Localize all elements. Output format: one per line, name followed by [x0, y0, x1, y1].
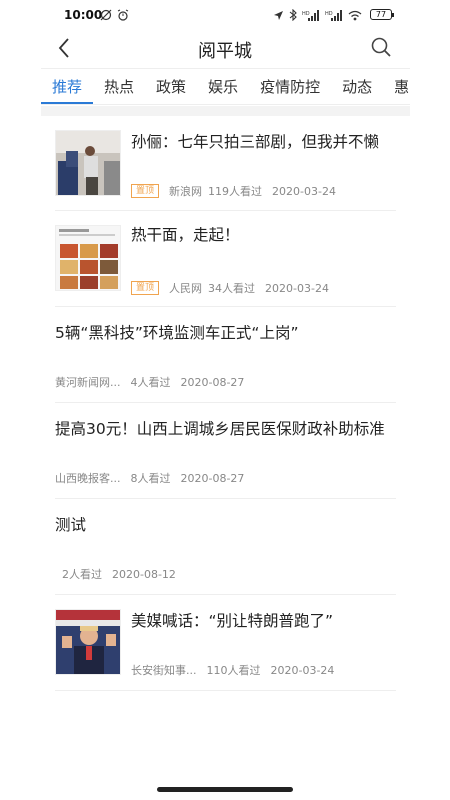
tab-epidemic[interactable]: 疫情防控 — [249, 69, 331, 104]
news-meta: 置顶 人民网 34人看过 2020-03-24 — [131, 280, 329, 296]
tab-policy[interactable]: 政策 — [145, 69, 197, 104]
news-list: 孙俪：七年只拍三部剧，但我并不懒 置顶 新浪网 119人看过 2020-03-2… — [55, 118, 396, 691]
news-meta: 山西晚报客... 8人看过 2020-08-27 — [55, 470, 244, 486]
status-time: 10:00 — [64, 8, 103, 22]
news-meta: 置顶 新浪网 119人看过 2020-03-24 — [131, 183, 336, 199]
battery-level: 77 — [375, 10, 387, 19]
news-meta: 2人看过 2020-08-12 — [62, 566, 176, 582]
signal-icon-1: HD — [302, 9, 319, 21]
location-icon — [274, 10, 283, 20]
signal-icon-2: HD — [325, 9, 342, 21]
svg-text:HD: HD — [302, 11, 310, 17]
news-meta: 长安街知事... 110人看过 2020-03-24 — [131, 662, 334, 678]
news-item[interactable]: 测试 2人看过 2020-08-12 — [55, 499, 396, 595]
news-date: 2020-03-24 — [272, 184, 336, 198]
news-title: 美媒喊话：“别让特朗普跑了” — [131, 612, 334, 630]
category-tabs: 推荐 热点 政策 娱乐 疫情防控 动态 惠 — [41, 68, 410, 105]
news-thumbnail — [55, 225, 121, 291]
news-source: 新浪网 — [169, 185, 203, 198]
pinned-badge: 置顶 — [131, 184, 160, 198]
bluetooth-icon — [289, 9, 297, 21]
home-indicator[interactable] — [157, 787, 293, 792]
section-divider — [41, 106, 410, 116]
news-item[interactable]: 热干面，走起！ 置顶 人民网 34人看过 2020-03-24 — [55, 211, 396, 307]
news-source: 黄河新闻网... — [55, 376, 121, 389]
pinned-badge: 置顶 — [131, 281, 160, 295]
news-item[interactable]: 5辆“黑科技”环境监测车正式“上岗” 黄河新闻网... 4人看过 2020-08… — [55, 307, 396, 403]
news-meta: 黄河新闻网... 4人看过 2020-08-27 — [55, 374, 244, 390]
news-views: 119人看过 — [208, 185, 263, 198]
news-item[interactable]: 美媒喊话：“别让特朗普跑了” 长安街知事... 110人看过 2020-03-2… — [55, 595, 396, 691]
news-title: 热干面，走起！ — [131, 226, 240, 244]
tab-recommend[interactable]: 推荐 — [41, 69, 94, 104]
news-thumbnail — [55, 130, 121, 196]
news-date: 2020-08-12 — [112, 567, 176, 581]
news-title: 孙俪：七年只拍三部剧，但我并不懒 — [131, 133, 380, 151]
alarm-icon — [117, 9, 129, 21]
news-item[interactable]: 孙俪：七年只拍三部剧，但我并不懒 置顶 新浪网 119人看过 2020-03-2… — [55, 118, 396, 211]
battery-icon: 77 — [370, 9, 394, 20]
news-date: 2020-03-24 — [270, 663, 335, 677]
tab-entertainment[interactable]: 娱乐 — [197, 69, 249, 104]
status-bar: 10:00 HD HD 77 — [0, 0, 450, 30]
news-source: 长安街知事... — [131, 664, 197, 677]
sync-off-icon — [100, 9, 112, 21]
news-source: 山西晚报客... — [55, 472, 121, 485]
wifi-icon — [348, 10, 362, 20]
tab-hot[interactable]: 热点 — [93, 69, 145, 104]
news-source: 人民网 — [169, 282, 203, 295]
news-date: 2020-08-27 — [180, 375, 245, 389]
tab-benefits[interactable]: 惠 — [383, 69, 410, 104]
news-date: 2020-03-24 — [265, 281, 329, 295]
news-title: 5辆“黑科技”环境监测车正式“上岗” — [55, 324, 299, 342]
news-item[interactable]: 提高30元！山西上调城乡居民医保财政补助标准 山西晚报客... 8人看过 202… — [55, 403, 396, 499]
news-date: 2020-08-27 — [180, 471, 245, 485]
news-views: 110人看过 — [206, 664, 261, 677]
news-views: 34人看过 — [208, 282, 256, 295]
news-title: 提高30元！山西上调城乡居民医保财政补助标准 — [55, 420, 385, 438]
tab-news-feed[interactable]: 动态 — [331, 69, 383, 104]
news-views: 4人看过 — [130, 376, 171, 389]
news-views: 2人看过 — [62, 568, 102, 581]
news-views: 8人看过 — [130, 472, 171, 485]
news-title: 测试 — [55, 516, 87, 534]
app-header: 阅平城 — [0, 30, 450, 66]
news-thumbnail — [55, 609, 121, 675]
svg-text:HD: HD — [325, 11, 333, 17]
search-icon[interactable] — [370, 36, 392, 58]
